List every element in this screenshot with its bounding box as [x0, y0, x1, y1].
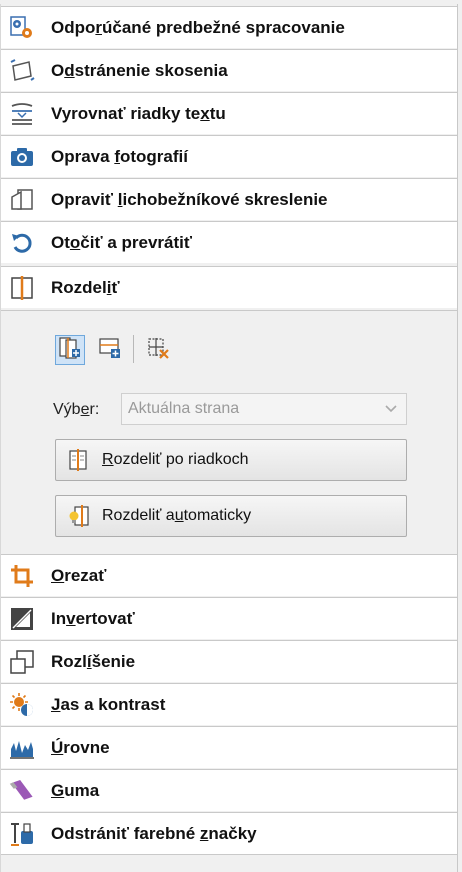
split-by-lines-label: Rozdeliť po riadkoch: [102, 451, 249, 468]
deskew-icon: [7, 56, 37, 86]
image-editor-panel: Odporúčané predbežné spracovanie Odstrán…: [0, 4, 458, 872]
eraser-icon: [7, 776, 37, 806]
lightbulb-split-icon: [66, 503, 92, 529]
split-automatically-label: Rozdeliť automaticky: [102, 507, 252, 524]
item-split[interactable]: Rozdeliť: [1, 266, 457, 308]
split-icon: [7, 273, 37, 303]
item-deskew[interactable]: Odstránenie skosenia: [1, 49, 457, 91]
split-options-panel: Výber: Aktuálna strana Rozdeliť po riadk…: [1, 310, 457, 558]
toolbar-separator: [133, 335, 134, 363]
split-vertical-icon: [58, 336, 82, 365]
item-invert[interactable]: Invertovať: [1, 597, 457, 639]
brightness-icon: [7, 690, 37, 720]
item-brightness-contrast[interactable]: Jas a kontrast: [1, 683, 457, 725]
text-lines-icon: [7, 99, 37, 129]
color-marks-icon: [7, 819, 37, 849]
crop-icon: [7, 561, 37, 591]
split-lines-icon: [66, 447, 92, 473]
item-label: Rozdeliť: [51, 277, 120, 297]
split-vertical-button[interactable]: [55, 335, 85, 365]
item-eraser[interactable]: Guma: [1, 769, 457, 811]
remove-split-icon: [146, 336, 170, 365]
item-label: Odstránenie skosenia: [51, 60, 228, 80]
resolution-icon: [7, 647, 37, 677]
item-label: Odporúčané predbežné spracovanie: [51, 17, 345, 37]
split-horizontal-button[interactable]: [95, 335, 125, 365]
camera-icon: [7, 142, 37, 172]
remove-split-button[interactable]: [143, 335, 173, 365]
item-label: Vyrovnať riadky textu: [51, 103, 226, 123]
bottom-divider: [1, 854, 457, 855]
split-automatically-button[interactable]: Rozdeliť automaticky: [55, 495, 407, 537]
gear-page-icon: [7, 13, 37, 43]
item-straighten-lines[interactable]: Vyrovnať riadky textu: [1, 92, 457, 134]
item-label: Odstrániť farebné značky: [51, 823, 257, 843]
item-levels[interactable]: Úrovne: [1, 726, 457, 768]
item-recommended-preprocessing[interactable]: Odporúčané predbežné spracovanie: [1, 6, 457, 48]
split-by-lines-button[interactable]: Rozdeliť po riadkoch: [55, 439, 407, 481]
item-label: Guma: [51, 780, 100, 800]
item-label: Úrovne: [51, 737, 110, 757]
selection-label: Výber:: [53, 401, 100, 418]
item-label: Jas a kontrast: [51, 694, 166, 714]
chevron-down-icon: [384, 401, 398, 420]
item-rotate-flip[interactable]: Otočiť a prevrátiť: [1, 221, 457, 263]
selection-value: Aktuálna strana: [128, 400, 240, 417]
item-photo-correction[interactable]: Oprava fotografií: [1, 135, 457, 177]
item-label: Orezať: [51, 565, 107, 585]
item-label: Opraviť lichobežníkové skreslenie: [51, 189, 328, 209]
selection-dropdown[interactable]: Aktuálna strana: [121, 393, 407, 425]
item-label: Invertovať: [51, 608, 135, 628]
rotate-icon: [7, 228, 37, 258]
levels-icon: [7, 733, 37, 763]
invert-icon: [7, 604, 37, 634]
item-crop[interactable]: Orezať: [1, 554, 457, 596]
item-label: Oprava fotografií: [51, 146, 188, 166]
item-label: Otočiť a prevrátiť: [51, 232, 193, 252]
item-label: Rozlíšenie: [51, 651, 136, 671]
split-horizontal-icon: [98, 336, 122, 365]
item-remove-color-marks[interactable]: Odstrániť farebné značky: [1, 812, 457, 854]
item-trapezoid-correction[interactable]: Opraviť lichobežníkové skreslenie: [1, 178, 457, 220]
item-resolution[interactable]: Rozlíšenie: [1, 640, 457, 682]
trapezoid-icon: [7, 185, 37, 215]
